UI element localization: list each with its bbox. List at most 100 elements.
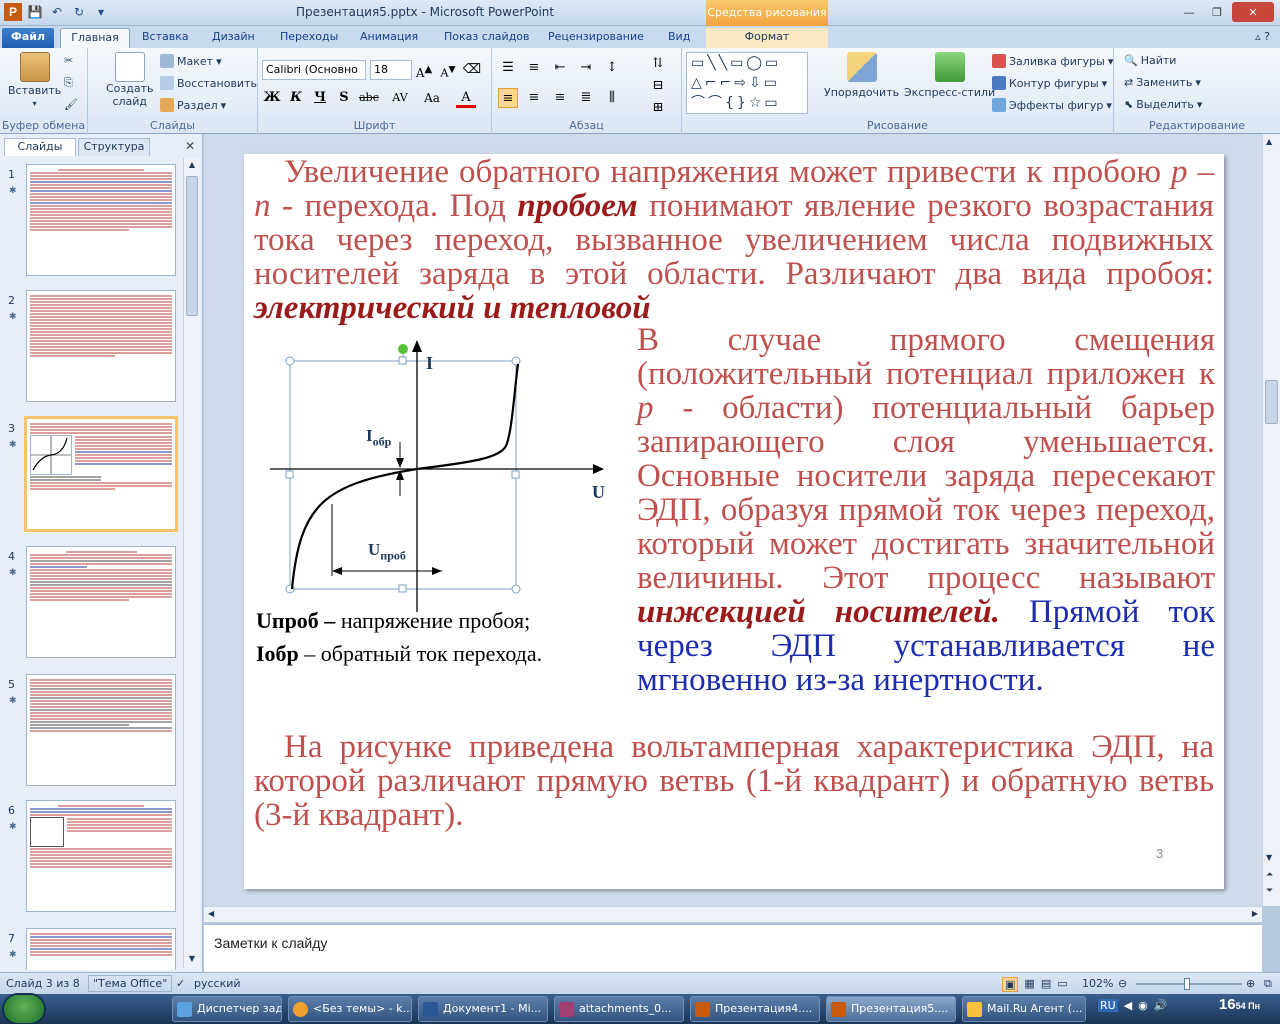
theme-name[interactable]: "Тема Office" bbox=[88, 975, 173, 992]
task-presentation5[interactable]: Презентация5.... bbox=[826, 996, 956, 1022]
caption-u-breakdown[interactable]: Uпроб – напряжение пробоя; bbox=[256, 605, 530, 636]
clock[interactable]: 1654 Пн bbox=[1219, 996, 1260, 1013]
scroll-up-icon[interactable]: ▲ bbox=[1266, 137, 1272, 146]
task-presentation4[interactable]: Презентация4.... bbox=[690, 996, 820, 1022]
spellcheck-icon[interactable]: ✓ bbox=[176, 977, 185, 990]
increase-indent-icon[interactable]: ⇥ bbox=[576, 58, 596, 78]
replace-button[interactable]: ⇄ Заменить ▾ bbox=[1124, 76, 1201, 89]
font-name-combo[interactable]: Calibri (Основно bbox=[262, 60, 366, 80]
restore-icon[interactable]: ❐ bbox=[1204, 2, 1230, 22]
shrink-font-icon[interactable]: A▼ bbox=[438, 60, 458, 80]
change-case-button[interactable]: Aa bbox=[418, 88, 446, 108]
copy-icon[interactable]: ⎘ bbox=[64, 76, 73, 90]
scroll-right-icon[interactable]: ▶ bbox=[1252, 909, 1258, 918]
slideshow-view-icon[interactable]: ▭ bbox=[1057, 977, 1067, 992]
fit-to-window-icon[interactable]: ⧉ bbox=[1264, 977, 1272, 991]
scroll-down-icon[interactable]: ▼ bbox=[186, 954, 198, 966]
grow-font-icon[interactable]: A▲ bbox=[414, 60, 434, 80]
slide-sorter-icon[interactable]: ▦ bbox=[1024, 977, 1034, 992]
slide-canvas[interactable]: Увеличение обратного напряжения может пр… bbox=[244, 154, 1224, 889]
bullets-icon[interactable]: ☰ bbox=[498, 58, 518, 78]
bold-button[interactable]: Ж bbox=[262, 88, 282, 108]
decrease-indent-icon[interactable]: ⇤ bbox=[550, 58, 570, 78]
reset-button[interactable]: Восстановить bbox=[160, 76, 257, 90]
task-attachments[interactable]: attachments_0... bbox=[554, 996, 684, 1022]
paste-button[interactable]: Вставить ▾ bbox=[8, 52, 61, 108]
tab-home[interactable]: Главная bbox=[60, 28, 130, 48]
slide-thumbnail-7[interactable]: 7 ✱ bbox=[0, 928, 190, 970]
thumbnails-scrollbar[interactable]: ▲ ▼ bbox=[183, 158, 200, 968]
show-hidden-icons-icon[interactable]: ◀ bbox=[1124, 999, 1132, 1012]
save-icon[interactable]: 💾 bbox=[26, 3, 44, 21]
shapes-gallery[interactable]: ▭╲╲▭◯▭ △⌐⌐⇨⇩▭ ⌒⌒{}☆▭ bbox=[686, 52, 808, 114]
task-task-manager[interactable]: Диспетчер зад... bbox=[172, 996, 282, 1022]
arrange-button[interactable]: Упорядочить bbox=[824, 52, 899, 99]
network-icon[interactable]: ◉ bbox=[1138, 999, 1148, 1012]
paragraph-forward-bias[interactable]: В случае прямого смещения (положительный… bbox=[637, 323, 1215, 697]
quick-styles-button[interactable]: Экспресс-стили bbox=[904, 52, 995, 99]
tab-slides[interactable]: Слайды bbox=[4, 138, 76, 156]
tab-insert[interactable]: Вставка bbox=[136, 28, 195, 48]
next-slide-icon[interactable]: ⏷ bbox=[1266, 886, 1273, 896]
underline-button[interactable]: Ч bbox=[310, 88, 330, 108]
zoom-slider[interactable] bbox=[1136, 978, 1242, 990]
shape-effects-button[interactable]: Эффекты фигур ▾ bbox=[992, 98, 1112, 112]
notes-pane[interactable]: Заметки к слайду bbox=[204, 924, 1262, 972]
zoom-in-icon[interactable]: ⊕ bbox=[1246, 977, 1255, 990]
paragraph-vac[interactable]: На рисунке приведена вольтамперная харак… bbox=[254, 730, 1214, 832]
slide-horizontal-scrollbar[interactable]: ◀ ▶ bbox=[204, 906, 1262, 922]
language[interactable]: русский bbox=[194, 977, 241, 990]
line-spacing-icon[interactable]: ↕ bbox=[602, 58, 622, 78]
redo-icon[interactable]: ↻ bbox=[70, 3, 88, 21]
help-icon[interactable]: ▵ ? bbox=[1255, 30, 1270, 43]
layout-button[interactable]: Макет ▾ bbox=[160, 54, 222, 68]
shape-outline-button[interactable]: Контур фигуры ▾ bbox=[992, 76, 1107, 90]
slide-vertical-scrollbar[interactable]: ▲ ▼ ⏶ ⏷ bbox=[1262, 134, 1280, 906]
scroll-left-icon[interactable]: ◀ bbox=[208, 909, 214, 918]
align-center-icon[interactable]: ≡ bbox=[524, 88, 544, 108]
strikethrough-button[interactable]: abc bbox=[356, 88, 382, 108]
rotate-handle[interactable] bbox=[398, 344, 408, 354]
scroll-thumb[interactable] bbox=[1265, 380, 1278, 424]
volume-icon[interactable]: 🔊 bbox=[1154, 999, 1168, 1012]
reading-view-icon[interactable]: ▤ bbox=[1041, 977, 1051, 992]
select-button[interactable]: ⬉ Выделить ▾ bbox=[1124, 98, 1202, 111]
previous-slide-icon[interactable]: ⏶ bbox=[1266, 870, 1273, 880]
find-button[interactable]: 🔍 Найти bbox=[1124, 54, 1176, 67]
align-text-icon[interactable]: ⊟ bbox=[648, 76, 668, 96]
close-pane-icon[interactable]: ✕ bbox=[185, 139, 195, 153]
zoom-level[interactable]: 102% bbox=[1082, 977, 1113, 990]
shape-fill-button[interactable]: Заливка фигуры ▾ bbox=[992, 54, 1113, 68]
font-size-combo[interactable]: 18 bbox=[370, 60, 412, 80]
tab-outline[interactable]: Структура bbox=[78, 138, 150, 156]
align-right-icon[interactable]: ≡ bbox=[550, 88, 570, 108]
section-button[interactable]: Раздел ▾ bbox=[160, 98, 226, 112]
zoom-out-icon[interactable]: ⊖ bbox=[1118, 977, 1127, 990]
caption-i-reverse[interactable]: Iобр – обратный ток перехода. bbox=[256, 638, 542, 669]
vac-figure[interactable]: I U Iобр Uпроб bbox=[244, 334, 634, 614]
char-spacing-button[interactable]: AV bbox=[386, 88, 414, 108]
tab-transitions[interactable]: Переходы bbox=[274, 28, 344, 48]
format-painter-icon[interactable]: 🖌 bbox=[64, 98, 78, 111]
minimize-icon[interactable]: — bbox=[1176, 2, 1202, 22]
columns-icon[interactable]: ⫼ bbox=[602, 88, 622, 108]
start-button-icon[interactable] bbox=[4, 995, 44, 1023]
tab-file[interactable]: Файл bbox=[2, 28, 54, 48]
italic-button[interactable]: К bbox=[286, 88, 306, 108]
font-color-icon[interactable]: A bbox=[456, 88, 476, 108]
new-slide-button[interactable]: Создать слайд bbox=[106, 52, 154, 108]
tab-view[interactable]: Вид bbox=[662, 28, 696, 48]
text-direction-icon[interactable]: ⇅ bbox=[648, 54, 668, 74]
tab-slideshow[interactable]: Показ слайдов bbox=[438, 28, 536, 48]
justify-icon[interactable]: ≣ bbox=[576, 88, 596, 108]
customize-qat-icon[interactable]: ▾ bbox=[92, 3, 110, 21]
task-mailru-agent[interactable]: Mail.Ru Агент (... bbox=[962, 996, 1086, 1022]
scroll-up-icon[interactable]: ▲ bbox=[186, 160, 198, 172]
task-word[interactable]: Документ1 - Mi... bbox=[418, 996, 548, 1022]
paragraph-breakdown[interactable]: Увеличение обратного напряжения может пр… bbox=[254, 155, 1214, 325]
tab-format[interactable]: Формат bbox=[706, 28, 828, 48]
shadow-s-button[interactable]: S bbox=[334, 88, 354, 108]
undo-icon[interactable]: ↶ bbox=[48, 3, 66, 21]
normal-view-icon[interactable]: ▣ bbox=[1002, 977, 1019, 992]
tab-animation[interactable]: Анимация bbox=[354, 28, 424, 48]
